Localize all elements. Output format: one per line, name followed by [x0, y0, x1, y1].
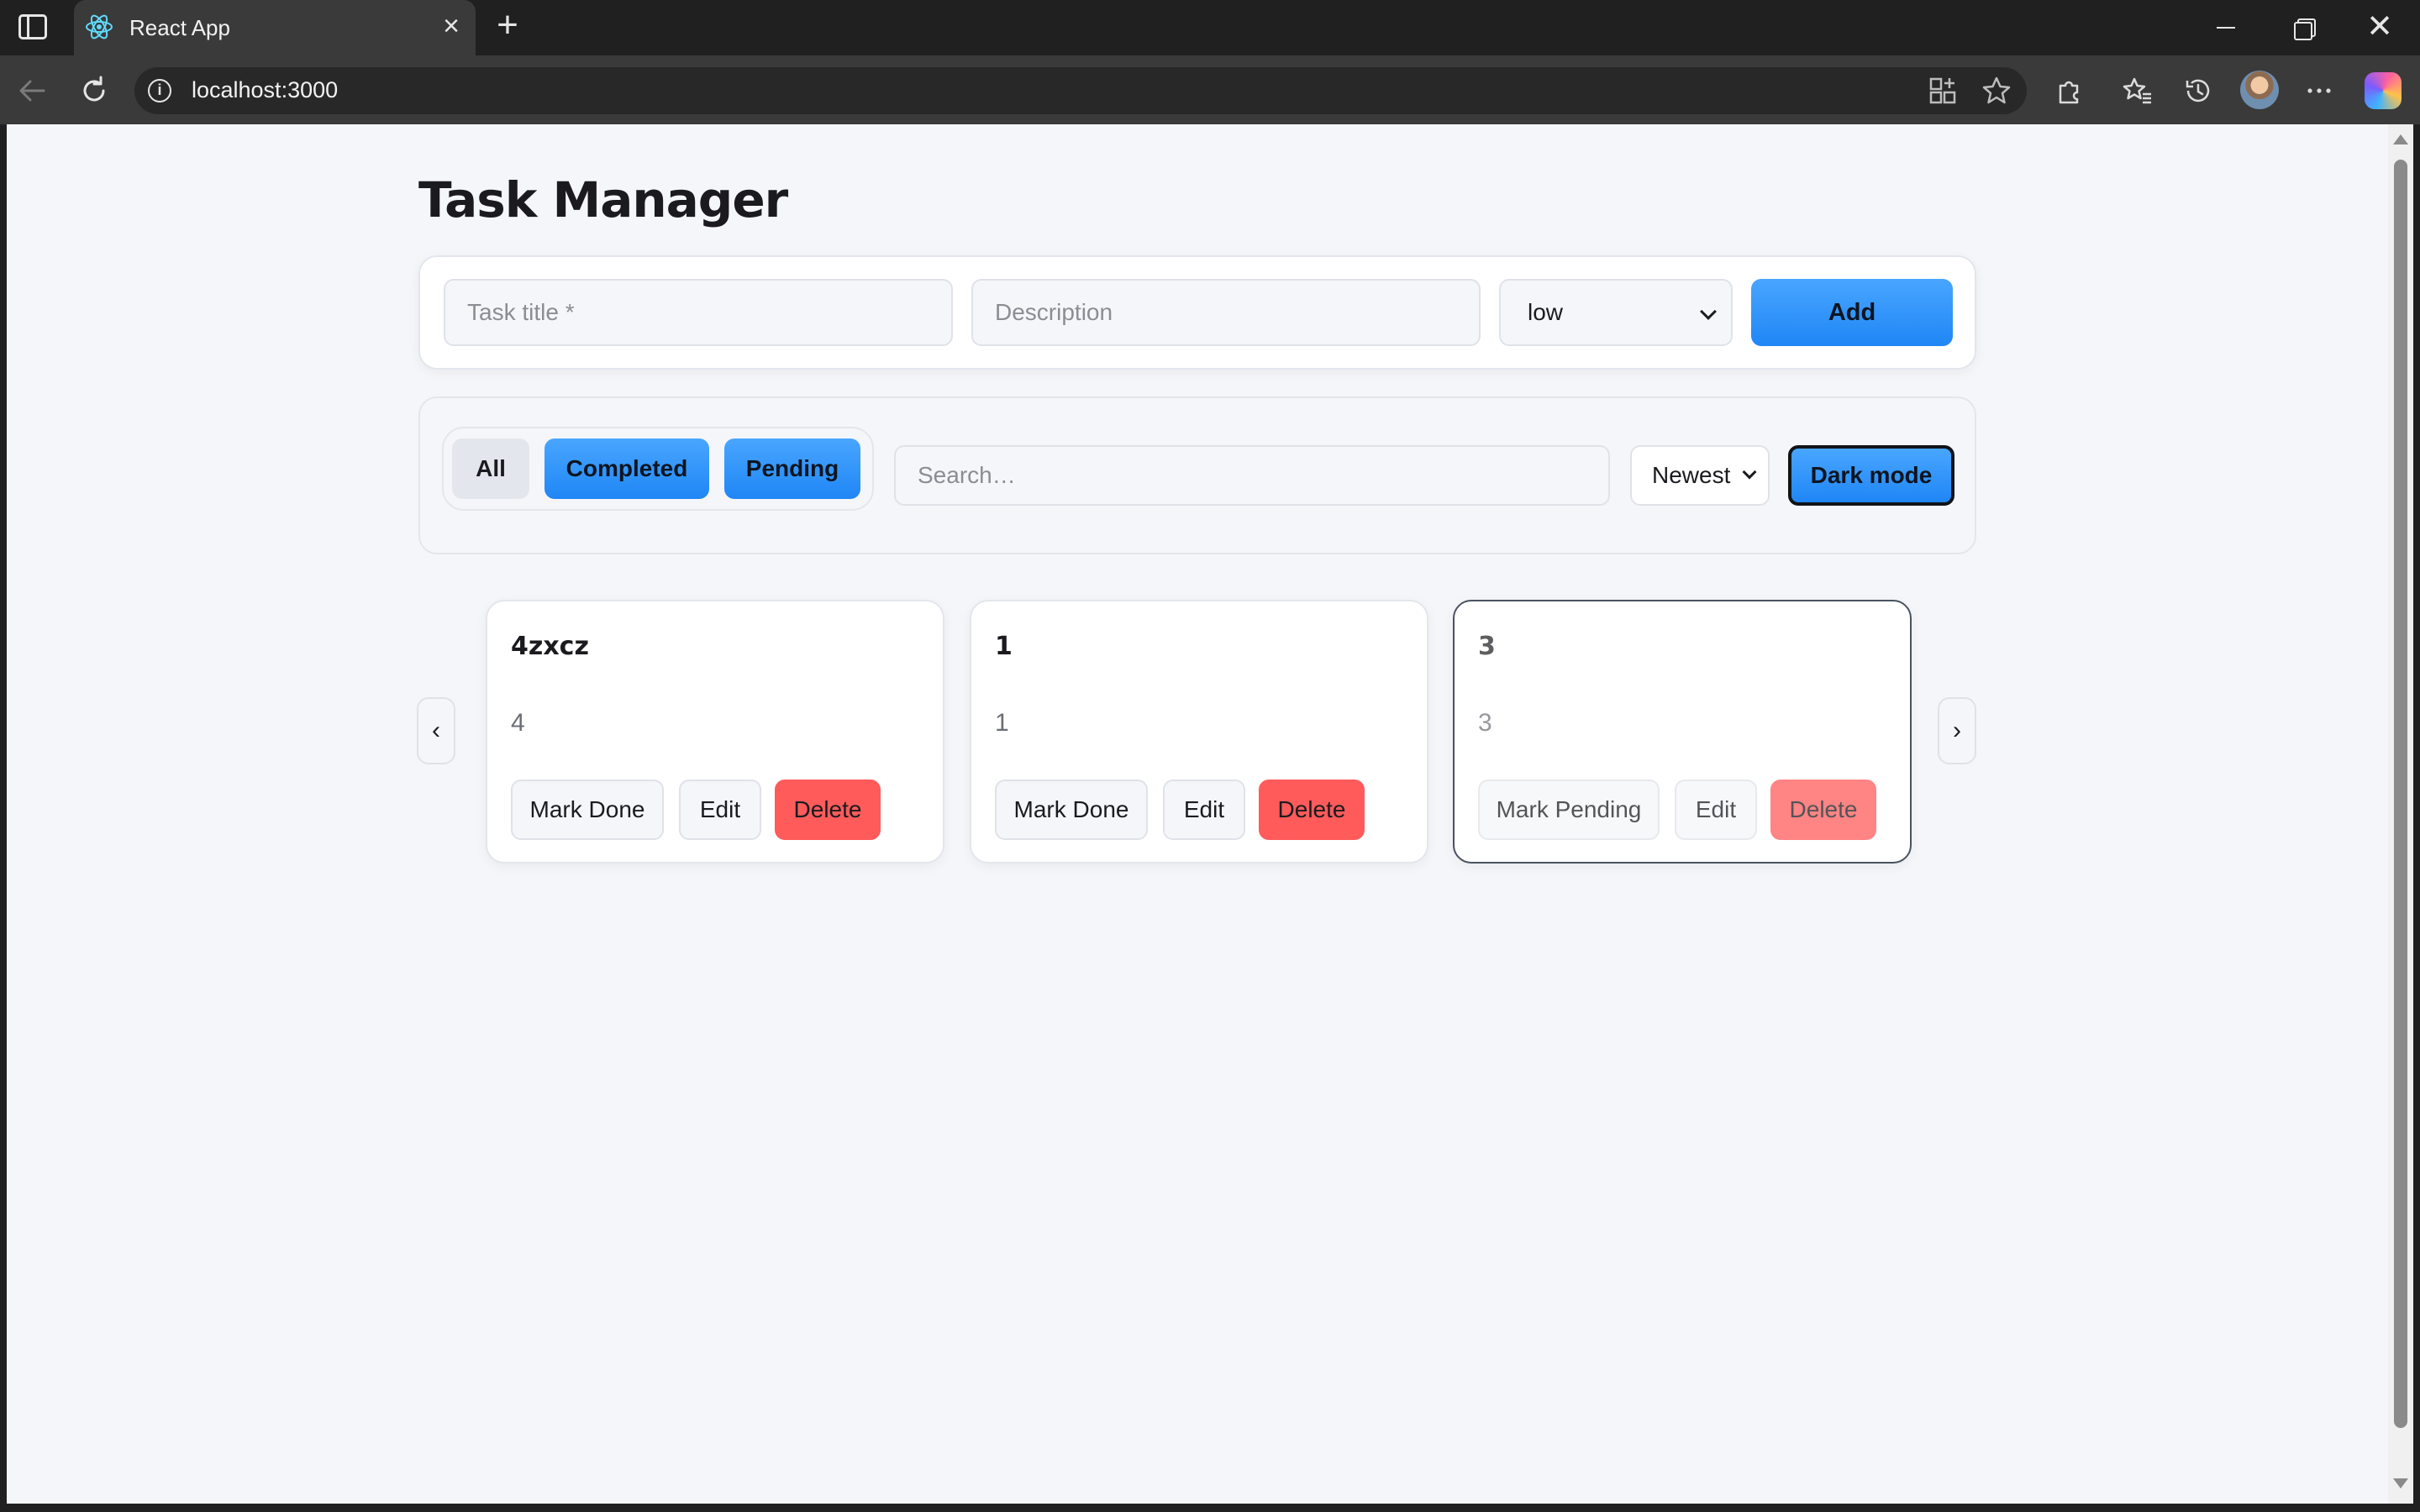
reload-icon[interactable]: [77, 74, 111, 108]
apps-icon[interactable]: [1926, 74, 1960, 108]
priority-select[interactable]: low: [1499, 279, 1733, 346]
task-description: 4: [511, 709, 525, 737]
delete-button[interactable]: Delete: [1259, 780, 1365, 840]
chevron-down-icon: [1700, 303, 1717, 320]
history-icon[interactable]: [2181, 74, 2215, 108]
task-title: 1: [995, 632, 1013, 661]
address-bar[interactable]: [134, 67, 2027, 114]
carousel-next-button[interactable]: ›: [1938, 697, 1976, 764]
search-placeholder: Search…: [918, 462, 1016, 488]
url-text[interactable]: localhost:3000: [192, 77, 338, 103]
back-icon[interactable]: [15, 74, 49, 108]
info-icon[interactable]: i: [148, 79, 171, 102]
scroll-down-arrow-icon[interactable]: [2393, 1478, 2408, 1488]
favorites-icon[interactable]: [2121, 74, 2154, 108]
scroll-up-arrow-icon[interactable]: [2393, 134, 2408, 144]
page-title: Task Manager: [418, 171, 788, 228]
description-placeholder: Description: [995, 299, 1113, 325]
task-title: 4zxcz: [511, 632, 589, 661]
tab-title: React App: [129, 15, 230, 40]
carousel-prev-button[interactable]: ‹: [417, 697, 455, 764]
delete-button[interactable]: Delete: [1770, 780, 1876, 840]
star-icon[interactable]: [1980, 74, 2013, 108]
more-icon[interactable]: [2302, 74, 2336, 108]
task-title-input[interactable]: Task title *: [444, 279, 953, 346]
task-title: 3: [1478, 632, 1496, 661]
minimize-icon[interactable]: [2210, 12, 2244, 42]
sidebar-toggle-icon[interactable]: [18, 14, 47, 39]
edit-button[interactable]: Edit: [1675, 780, 1757, 840]
delete-button[interactable]: Delete: [775, 780, 881, 840]
task-description: 3: [1478, 709, 1492, 737]
filter-all-button[interactable]: All: [452, 438, 529, 499]
copilot-icon[interactable]: [2365, 72, 2402, 109]
dark-mode-button[interactable]: Dark mode: [1788, 445, 1954, 506]
edit-button[interactable]: Edit: [679, 780, 761, 840]
extensions-icon[interactable]: [2052, 74, 2086, 108]
description-input[interactable]: Description: [971, 279, 1481, 346]
edit-button[interactable]: Edit: [1163, 780, 1245, 840]
task-description: 1: [995, 709, 1009, 737]
new-tab-icon[interactable]: +: [489, 7, 526, 45]
mark-pending-button[interactable]: Mark Pending: [1478, 780, 1660, 840]
mark-done-button[interactable]: Mark Done: [995, 780, 1148, 840]
search-input[interactable]: Search…: [894, 445, 1610, 506]
tab-close-icon[interactable]: ×: [437, 12, 466, 40]
sort-select[interactable]: Newest: [1630, 445, 1770, 506]
react-icon: [86, 14, 113, 39]
task-card: 4zxcz 4 Mark Done Edit Delete: [486, 600, 944, 864]
profile-avatar[interactable]: [2240, 71, 2279, 109]
scrollbar-thumb[interactable]: [2394, 160, 2407, 1428]
mark-done-button[interactable]: Mark Done: [511, 780, 664, 840]
sort-value: Newest: [1652, 462, 1731, 488]
task-card: 1 1 Mark Done Edit Delete: [970, 600, 1428, 864]
chevron-down-icon: [1742, 465, 1757, 480]
filter-pending-button[interactable]: Pending: [724, 438, 860, 499]
filter-completed-button[interactable]: Completed: [544, 438, 709, 499]
add-button[interactable]: Add: [1751, 279, 1953, 346]
task-title-placeholder: Task title *: [467, 299, 575, 325]
priority-value: low: [1528, 299, 1564, 325]
task-card-completed: 3 3 Mark Pending Edit Delete: [1453, 600, 1912, 864]
restore-icon[interactable]: [2287, 12, 2321, 42]
close-window-icon[interactable]: ✕: [2363, 11, 2396, 43]
